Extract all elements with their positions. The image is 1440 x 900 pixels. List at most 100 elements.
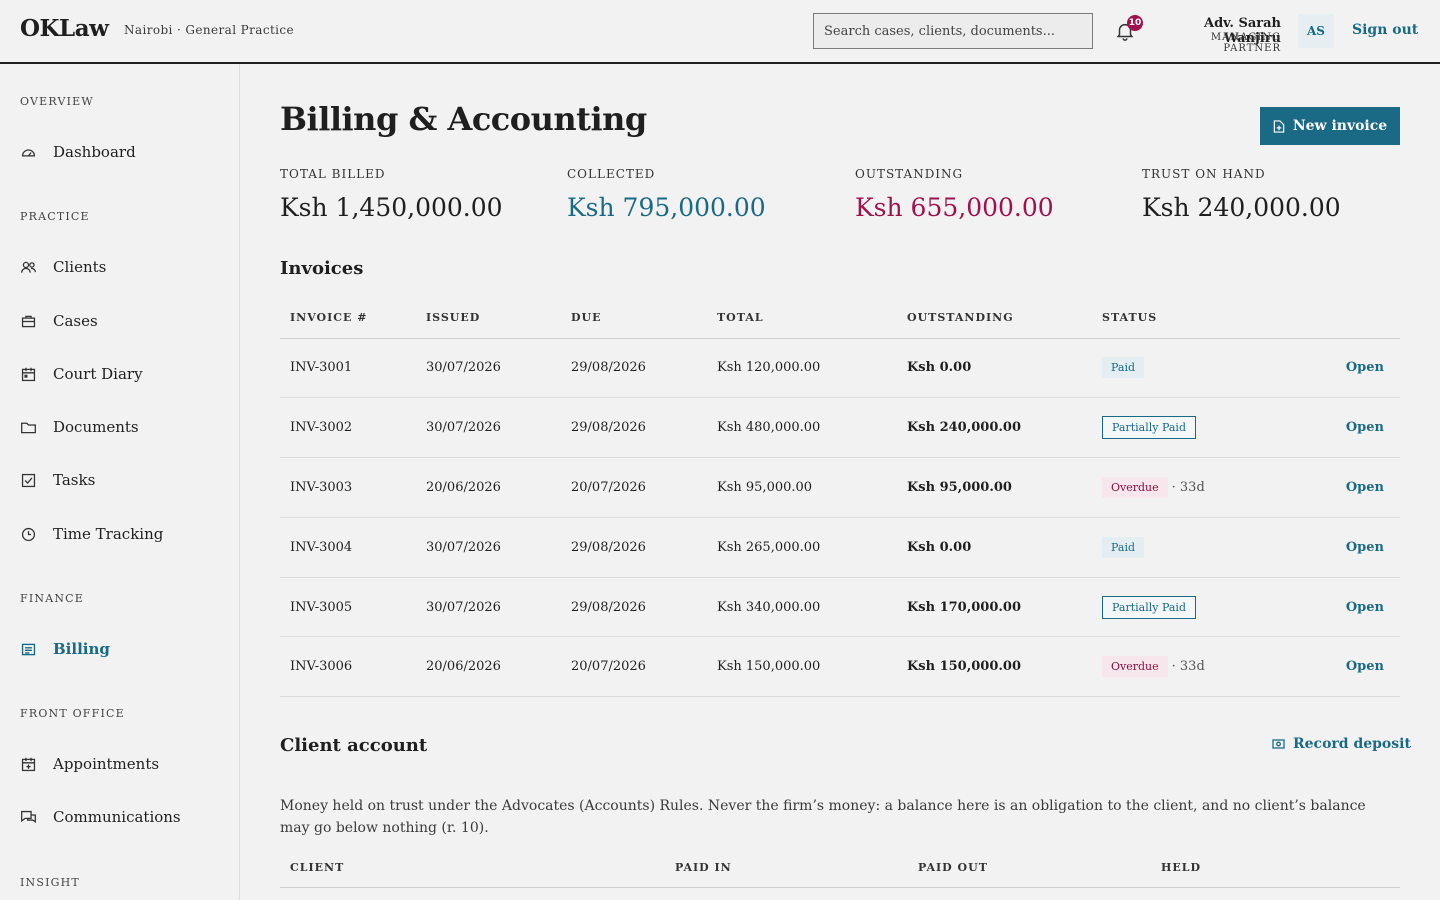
sidebar-item-communications[interactable]: Communications — [20, 803, 220, 831]
sidebar-item-documents[interactable]: Documents — [20, 413, 220, 441]
client-account-header-row: CLIENT PAID IN PAID OUT HELD — [280, 848, 1400, 888]
status-badge: Partially Paid — [1102, 416, 1196, 440]
outstanding-cell: Ksh 0.00 — [897, 517, 1092, 578]
sidebar-item-court-diary[interactable]: Court Diary — [20, 360, 220, 388]
column-header-due[interactable]: DUE — [561, 298, 707, 339]
invoice-number-cell: INV-3006 — [280, 636, 416, 698]
sidebar-item-appointments[interactable]: Appointments — [20, 750, 220, 778]
column-header-total[interactable]: TOTAL — [707, 298, 897, 339]
issued-date-cell: 30/07/2026 — [416, 338, 561, 399]
column-header-status[interactable]: STATUS — [1092, 298, 1292, 339]
record-deposit-button[interactable]: Record deposit — [1272, 736, 1411, 752]
table-row[interactable]: INV-3004 30/07/2026 29/08/2026 Ksh 265,000.… — [280, 517, 1400, 578]
status-cell: Paid — [1092, 338, 1292, 399]
sidebar-item-cases[interactable]: Cases — [20, 307, 220, 335]
sign-out-button[interactable]: Sign out — [1352, 22, 1418, 38]
status-badge: Partially Paid — [1102, 595, 1196, 619]
nav-section-front-office: FRONT OFFICE — [20, 707, 125, 720]
open-invoice-link[interactable]: Open — [1292, 338, 1400, 399]
stat-label-total-billed: TOTAL BILLED — [280, 167, 386, 181]
sidebar-item-label: Cases — [53, 312, 98, 330]
status-cell: Partially Paid — [1092, 397, 1292, 459]
column-header-held[interactable]: HELD — [1151, 848, 1400, 888]
avatar[interactable]: AS — [1298, 14, 1334, 48]
firm-subtitle: Nairobi · General Practice — [124, 23, 295, 37]
overdue-age: · 33d — [1171, 479, 1205, 495]
calendar-icon — [21, 367, 36, 381]
open-invoice-link[interactable]: Open — [1292, 397, 1400, 459]
issued-date-cell: 30/07/2026 — [416, 577, 561, 638]
sidebar-item-label: Documents — [53, 418, 139, 436]
stat-value-total-billed: Ksh 1,450,000.00 — [280, 193, 503, 222]
checkbox-icon — [21, 473, 36, 487]
deposit-icon — [1272, 739, 1285, 749]
client-account-table: CLIENT PAID IN PAID OUT HELD — [280, 848, 1400, 888]
status-badge: Overdue — [1102, 656, 1168, 678]
invoice-number-cell: INV-3001 — [280, 338, 416, 399]
column-header-issued[interactable]: ISSUED — [416, 298, 561, 339]
total-cell: Ksh 480,000.00 — [707, 397, 897, 459]
top-bar: OKLaw Nairobi · General Practice 10 Adv.… — [0, 0, 1440, 64]
gauge-icon — [21, 148, 36, 157]
sidebar-item-label: Court Diary — [53, 365, 143, 383]
overdue-age: · 33d — [1171, 659, 1205, 675]
new-invoice-button[interactable]: New invoice — [1260, 107, 1400, 145]
notification-count-badge: 10 — [1127, 15, 1143, 31]
table-row[interactable]: INV-3003 20/06/2026 20/07/2026 Ksh 95,000.0… — [280, 457, 1400, 518]
status-cell: Overdue · 33d — [1092, 457, 1292, 518]
sidebar-item-label: Clients — [53, 258, 107, 276]
total-cell: Ksh 340,000.00 — [707, 577, 897, 638]
sidebar: OVERVIEW Dashboard PRACTICE Clients Case… — [0, 64, 240, 900]
invoices-title: Invoices — [280, 258, 364, 279]
column-header-outstanding[interactable]: OUTSTANDING — [897, 298, 1092, 339]
open-invoice-link[interactable]: Open — [1292, 577, 1400, 638]
sidebar-item-time-tracking[interactable]: Time Tracking — [20, 520, 220, 548]
table-row[interactable]: INV-3001 30/07/2026 29/08/2026 Ksh 120,000.… — [280, 338, 1400, 399]
user-role: MANAGING PARTNER — [1210, 32, 1281, 54]
total-cell: Ksh 150,000.00 — [707, 636, 897, 698]
sidebar-item-dashboard[interactable]: Dashboard — [20, 138, 220, 166]
column-header-paid-out[interactable]: PAID OUT — [908, 848, 1151, 888]
total-cell: Ksh 265,000.00 — [707, 517, 897, 578]
invoice-number-cell: INV-3004 — [280, 517, 416, 578]
sidebar-item-label: Communications — [53, 808, 181, 826]
due-date-cell: 29/08/2026 — [561, 577, 707, 638]
column-header-client[interactable]: CLIENT — [280, 848, 665, 888]
stat-label-trust-on-hand: TRUST ON HAND — [1142, 167, 1266, 181]
clock-icon — [21, 527, 36, 541]
issued-date-cell: 20/06/2026 — [416, 457, 561, 518]
table-row[interactable]: INV-3005 30/07/2026 29/08/2026 Ksh 340,000.… — [280, 577, 1400, 638]
search-input[interactable] — [813, 13, 1093, 49]
folder-icon — [21, 422, 36, 433]
total-cell: Ksh 95,000.00 — [707, 457, 897, 518]
sidebar-item-tasks[interactable]: Tasks — [20, 466, 220, 494]
open-invoice-link[interactable]: Open — [1292, 636, 1400, 698]
sidebar-item-label: Billing — [53, 640, 110, 658]
page-title: Billing & Accounting — [280, 100, 647, 138]
status-badge: Paid — [1102, 357, 1145, 379]
column-header-invoice[interactable]: INVOICE # — [280, 298, 416, 339]
document-plus-icon — [1273, 119, 1285, 133]
stat-value-trust-on-hand: Ksh 240,000.00 — [1142, 193, 1341, 222]
open-invoice-link[interactable]: Open — [1292, 517, 1400, 578]
invoice-number-cell: INV-3002 — [280, 397, 416, 459]
outstanding-cell: Ksh 0.00 — [897, 338, 1092, 399]
sidebar-item-clients[interactable]: Clients — [20, 253, 220, 281]
table-row[interactable]: INV-3006 20/06/2026 20/07/2026 Ksh 150,000.… — [280, 636, 1400, 698]
new-invoice-label: New invoice — [1292, 118, 1388, 134]
brand-logo[interactable]: OKLaw — [20, 15, 109, 42]
chat-icon — [21, 810, 36, 823]
outstanding-cell: Ksh 150,000.00 — [897, 636, 1092, 698]
outstanding-cell: Ksh 240,000.00 — [897, 397, 1092, 459]
issued-date-cell: 30/07/2026 — [416, 517, 561, 578]
open-invoice-link[interactable]: Open — [1292, 457, 1400, 518]
due-date-cell: 20/07/2026 — [561, 457, 707, 518]
client-account-title: Client account — [280, 735, 428, 756]
issued-date-cell: 30/07/2026 — [416, 397, 561, 459]
nav-section-practice: PRACTICE — [20, 210, 90, 223]
sidebar-item-billing[interactable]: Billing — [20, 635, 220, 663]
people-icon — [21, 261, 36, 273]
stat-label-collected: COLLECTED — [567, 167, 656, 181]
column-header-paid-in[interactable]: PAID IN — [665, 848, 908, 888]
table-row[interactable]: INV-3002 30/07/2026 29/08/2026 Ksh 480,000.… — [280, 397, 1400, 459]
